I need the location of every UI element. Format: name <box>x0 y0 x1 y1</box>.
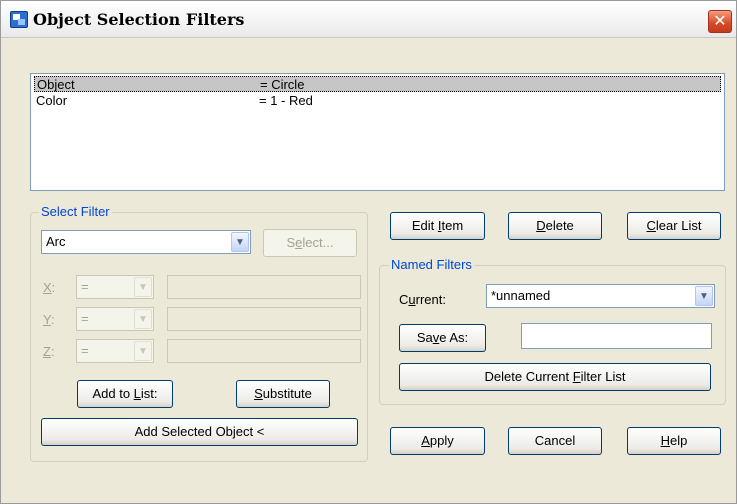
filter-type-value: Arc <box>46 234 66 249</box>
list-item[interactable]: Color = 1 - Red <box>34 93 721 109</box>
z-label: Z: <box>43 344 55 359</box>
filter-list[interactable]: Object = Circle Color = 1 - Red <box>30 73 725 191</box>
y-value-field[interactable] <box>167 307 361 331</box>
close-icon[interactable]: ✕ <box>708 10 732 33</box>
x-label: X: <box>43 280 56 295</box>
y-label: Y: <box>43 312 55 327</box>
chevron-down-icon[interactable]: ▼ <box>695 286 713 306</box>
x-operator-select[interactable]: = ▼ <box>76 275 154 299</box>
object-selection-filters-dialog: Object Selection Filters ✕ Object = Circ… <box>0 0 737 504</box>
dialog-app-icon <box>10 11 28 28</box>
chevron-down-icon[interactable]: ▼ <box>231 232 249 252</box>
chevron-down-icon[interactable]: ▼ <box>134 341 152 361</box>
current-label: Current: <box>399 292 446 307</box>
dialog-title: Object Selection Filters <box>33 10 245 29</box>
z-value-field[interactable] <box>167 339 361 363</box>
list-item-key: Object <box>37 77 75 92</box>
y-operator-value: = <box>81 311 89 326</box>
clear-list-button[interactable]: Clear List <box>627 212 721 240</box>
delete-button[interactable]: Delete <box>508 212 602 240</box>
cancel-button[interactable]: Cancel <box>508 427 602 455</box>
title-bar[interactable]: Object Selection Filters ✕ <box>1 1 736 38</box>
save-as-name-field[interactable] <box>521 323 712 349</box>
current-filter-select[interactable]: *unnamed ▼ <box>486 284 715 308</box>
list-item[interactable]: Object = Circle <box>34 76 721 92</box>
y-operator-select[interactable]: = ▼ <box>76 307 154 331</box>
current-filter-value: *unnamed <box>491 288 551 303</box>
add-to-list-button[interactable]: Add to List: <box>77 380 173 408</box>
x-operator-value: = <box>81 279 89 294</box>
named-filters-group-label: Named Filters <box>389 257 474 272</box>
apply-button[interactable]: Apply <box>390 427 485 455</box>
edit-item-button[interactable]: Edit Item <box>390 212 485 240</box>
delete-current-filter-list-button[interactable]: Delete Current Filter List <box>399 363 711 391</box>
z-operator-value: = <box>81 343 89 358</box>
chevron-down-icon[interactable]: ▼ <box>134 277 152 297</box>
select-button[interactable]: Select... <box>263 229 357 257</box>
add-selected-object-button[interactable]: Add Selected Object < <box>41 418 358 446</box>
select-filter-group-label: Select Filter <box>39 204 112 219</box>
list-item-value: = Circle <box>260 77 305 92</box>
list-item-value: = 1 - Red <box>259 93 313 108</box>
z-operator-select[interactable]: = ▼ <box>76 339 154 363</box>
filter-type-select[interactable]: Arc ▼ <box>41 230 251 254</box>
list-item-key: Color <box>36 93 68 108</box>
substitute-button[interactable]: Substitute <box>236 380 330 408</box>
save-as-button[interactable]: Save As: <box>399 324 486 352</box>
help-button[interactable]: Help <box>627 427 721 455</box>
x-value-field[interactable] <box>167 275 361 299</box>
chevron-down-icon[interactable]: ▼ <box>134 309 152 329</box>
